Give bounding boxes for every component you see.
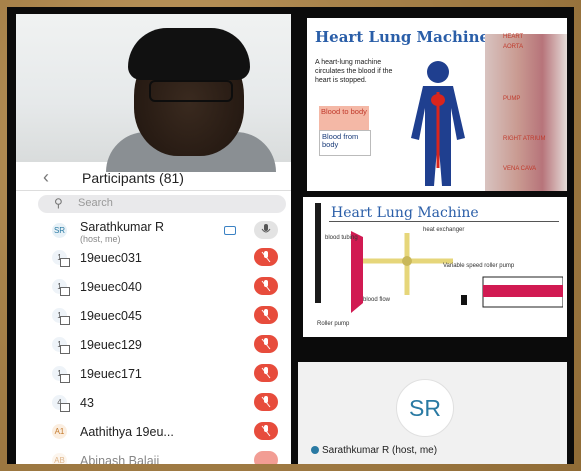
participant-name: 19euec045: [80, 309, 142, 323]
participant-row[interactable]: 1 19euec129: [16, 331, 291, 359]
audio-status-icon: [311, 446, 319, 454]
slide1-label: PUMP: [503, 96, 521, 102]
participant-row[interactable]: 1 19euec171: [16, 360, 291, 388]
participants-panel: ‹ Participants (81) ⚲ Search SR Sarathku…: [16, 14, 291, 464]
participant-name: Abinash Balaji: [80, 454, 160, 464]
search-input[interactable]: ⚲ Search: [38, 195, 286, 213]
slide1-label: AORTA: [503, 44, 524, 50]
participant-row[interactable]: 1 19euec040: [16, 273, 291, 301]
gallery-avatar: SR: [396, 379, 454, 437]
search-icon: ⚲: [54, 196, 63, 210]
participant-row[interactable]: AB Abinash Balaji: [16, 447, 291, 464]
slide2-side-bar: [315, 203, 321, 303]
participant-row[interactable]: 4 43: [16, 389, 291, 417]
muted-mic-button[interactable]: [254, 364, 278, 382]
phone-device-icon: [60, 374, 70, 383]
human-body-diagram: [411, 61, 465, 186]
gallery-name: Sarathkumar R (host, me): [322, 445, 438, 456]
mic-off-icon: [261, 251, 271, 263]
blood-to-body-label: Blood to body: [319, 106, 369, 130]
slide2-title: Heart Lung Machine: [331, 205, 479, 221]
participant-avatar: AB: [52, 453, 67, 464]
mic-off-icon: [261, 309, 271, 321]
slide1-title: Heart Lung Machine: [315, 28, 490, 46]
muted-mic-button[interactable]: [254, 335, 278, 353]
host-role: (host, me): [80, 234, 121, 244]
heart-lung-diagram: [351, 231, 563, 313]
muted-mic-button[interactable]: [254, 306, 278, 324]
microphone-icon: [261, 224, 271, 233]
slide2-label: blood flow: [363, 297, 391, 303]
muted-mic-button[interactable]: [254, 422, 278, 440]
slide1-text: A heart-lung machine circulates the bloo…: [315, 59, 393, 84]
muted-mic-button[interactable]: [254, 451, 278, 464]
shared-slide-heart-lung-1: Heart Lung Machine A heart-lung machine …: [307, 18, 567, 191]
slide2-label: Roller pump: [317, 321, 350, 327]
blood-from-body-label: Blood from body: [319, 130, 371, 156]
video-camera-icon[interactable]: [224, 226, 236, 235]
participant-row-host[interactable]: SR Sarathkumar R (host, me): [16, 217, 291, 245]
video-person-hair: [128, 28, 250, 80]
participant-row[interactable]: 1 19euec031: [16, 244, 291, 272]
muted-mic-button[interactable]: [254, 277, 278, 295]
mic-off-icon: [261, 338, 271, 350]
back-arrow-icon[interactable]: ‹: [43, 167, 49, 188]
mic-off-icon: [261, 367, 271, 379]
muted-mic-button[interactable]: [254, 393, 278, 411]
shared-slide-heart-lung-2: Heart Lung Machine blood tubing heat exc…: [303, 197, 567, 337]
mic-off-icon: [261, 396, 271, 408]
slide2-label: blood tubing: [325, 235, 358, 241]
search-placeholder: Search: [78, 197, 113, 209]
self-video[interactable]: [16, 14, 291, 172]
participant-avatar: A1: [52, 424, 67, 439]
slide2-label: heat exchanger: [423, 227, 465, 233]
phone-device-icon: [60, 316, 70, 325]
participant-name: 43: [80, 396, 94, 410]
participant-name: 19euec040: [80, 280, 142, 294]
slide1-label: RIGHT ATRIUM: [503, 136, 546, 142]
slide2-label: Variable speed roller pump: [443, 263, 515, 269]
phone-device-icon: [60, 258, 70, 267]
participant-name: 19euec171: [80, 367, 142, 381]
slide1-label: HEART: [503, 34, 524, 40]
phone-device-icon: [60, 345, 70, 354]
host-avatar: SR: [52, 223, 67, 238]
participant-row[interactable]: 1 19euec045: [16, 302, 291, 330]
host-name: Sarathkumar R: [80, 220, 165, 234]
host-mic-button[interactable]: [254, 221, 278, 239]
participants-title: Participants (81): [82, 170, 184, 186]
phone-device-icon: [60, 287, 70, 296]
mic-off-icon: [261, 280, 271, 292]
slide2-title-underline: [329, 221, 559, 222]
mic-off-icon: [261, 425, 271, 437]
participant-name: 19euec031: [80, 251, 142, 265]
participant-name: Aathithya 19eu...: [80, 425, 174, 439]
video-person-glasses: [149, 80, 233, 102]
muted-mic-button[interactable]: [254, 248, 278, 266]
participant-name: 19euec129: [80, 338, 142, 352]
phone-device-icon: [60, 403, 70, 412]
participant-row[interactable]: A1 Aathithya 19eu...: [16, 418, 291, 446]
slide1-label: VENA CAVA: [503, 166, 537, 172]
